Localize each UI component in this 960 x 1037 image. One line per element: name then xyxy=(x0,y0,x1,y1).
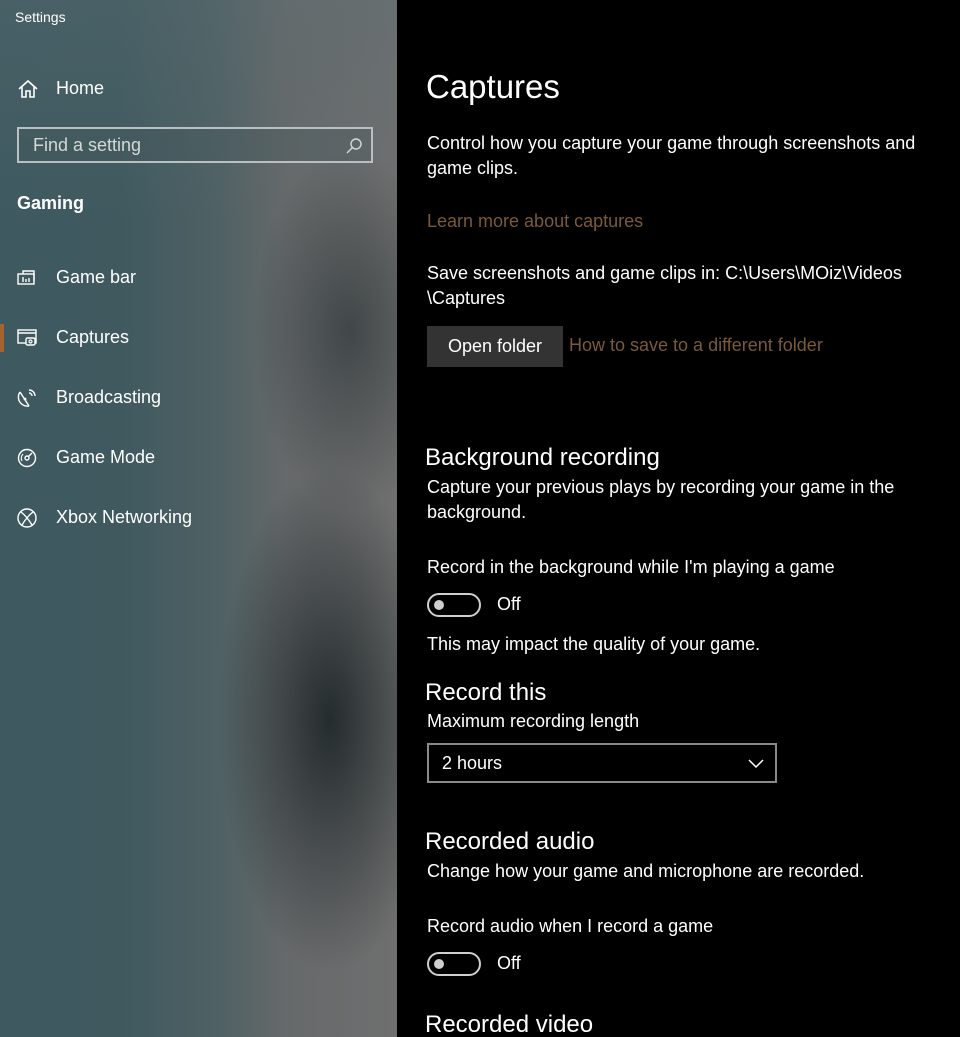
nav-home[interactable]: Home xyxy=(0,68,397,108)
recorded-audio-heading: Recorded audio xyxy=(425,828,595,855)
learn-more-link[interactable]: Learn more about captures xyxy=(427,211,643,232)
background-recording-heading: Background recording xyxy=(425,444,660,471)
toggle-knob xyxy=(434,600,444,610)
captures-icon xyxy=(17,329,37,346)
sidebar-item-label: Game Mode xyxy=(56,447,156,467)
nav-home-label: Home xyxy=(56,78,105,98)
sidebar-item-label: Xbox Networking xyxy=(56,507,193,527)
sidebar-item-captures[interactable]: Captures xyxy=(0,316,397,360)
record-this-heading: Record this xyxy=(425,679,547,706)
sidebar-item-xbox-networking[interactable]: Xbox Networking xyxy=(0,496,397,540)
sidebar: Settings Home Gaming Game bar xyxy=(0,0,397,1037)
recorded-audio-toggle[interactable] xyxy=(427,952,481,976)
section-title: Gaming xyxy=(17,193,85,213)
search-box xyxy=(17,127,373,163)
recorded-video-heading: Recorded video xyxy=(425,1011,594,1037)
background-recording-description: Capture your previous plays by recording… xyxy=(427,477,895,522)
broadcasting-icon xyxy=(17,389,36,407)
sidebar-item-broadcasting[interactable]: Broadcasting xyxy=(0,376,397,420)
sidebar-item-game-mode[interactable]: Game Mode xyxy=(0,436,397,480)
recorded-audio-description: Change how your game and microphone are … xyxy=(427,861,865,881)
search-icon[interactable] xyxy=(345,137,363,155)
home-icon xyxy=(18,79,38,98)
background-recording-toggle-state: Off xyxy=(497,594,521,614)
page-title: Captures xyxy=(426,68,560,105)
sidebar-item-label: Captures xyxy=(56,327,130,347)
app-title: Settings xyxy=(15,9,66,25)
xbox-icon xyxy=(17,508,37,528)
save-location-text: Save screenshots and game clips in: C:\U… xyxy=(427,263,902,308)
sidebar-glow xyxy=(0,0,397,220)
dropdown-value: 2 hours xyxy=(442,753,503,773)
game-bar-icon xyxy=(17,270,35,285)
main-content: Captures Control how you capture your ga… xyxy=(397,0,960,1037)
chevron-down-icon xyxy=(748,759,764,769)
background-recording-toggle-label: Record in the background while I'm playi… xyxy=(427,557,835,577)
game-mode-icon xyxy=(17,448,37,468)
sidebar-item-game-bar[interactable]: Game bar xyxy=(0,256,397,300)
recorded-audio-toggle-label: Record audio when I record a game xyxy=(427,916,714,936)
background-recording-note: This may impact the quality of your game… xyxy=(427,634,761,654)
open-folder-button[interactable]: Open folder xyxy=(427,326,563,367)
active-indicator xyxy=(0,324,4,352)
toggle-knob xyxy=(434,959,444,969)
background-recording-toggle[interactable] xyxy=(427,593,481,617)
search-input[interactable] xyxy=(19,129,339,161)
save-different-folder-link[interactable]: How to save to a different folder xyxy=(569,335,823,356)
page-description: Control how you capture your game throug… xyxy=(427,133,916,178)
max-recording-length-dropdown[interactable]: 2 hours xyxy=(427,743,777,783)
max-recording-length-label: Maximum recording length xyxy=(427,711,640,731)
sidebar-item-label: Broadcasting xyxy=(56,387,162,407)
recorded-audio-toggle-state: Off xyxy=(497,953,521,973)
sidebar-item-label: Game bar xyxy=(56,267,137,287)
